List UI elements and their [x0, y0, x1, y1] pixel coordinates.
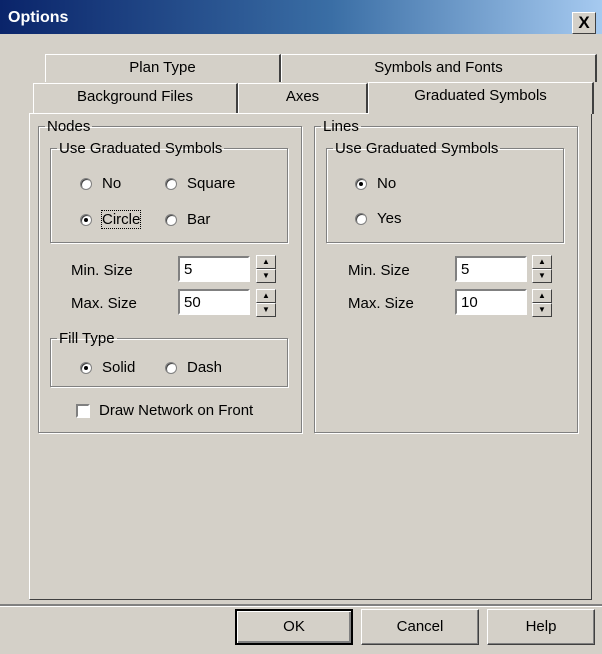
tab-plan-type-label: Plan Type	[129, 59, 196, 76]
radio-indicator-selected	[80, 213, 92, 226]
tab-axes[interactable]: Axes	[238, 83, 368, 113]
spin-up-icon[interactable]: ▲	[532, 289, 552, 303]
nodes-max-size-input[interactable]: 50	[178, 289, 250, 315]
bottom-separator	[0, 604, 602, 607]
ok-button[interactable]: OK	[235, 609, 353, 645]
nodes-radio-bar-label: Bar	[187, 211, 211, 228]
radio-indicator	[80, 177, 92, 190]
title-bar: Options X	[0, 0, 602, 34]
spin-up-icon[interactable]: ▲	[256, 289, 276, 303]
lines-max-size-spinner[interactable]: ▲ ▼	[532, 289, 552, 317]
cancel-button[interactable]: Cancel	[361, 609, 479, 645]
spin-down-icon[interactable]: ▼	[256, 269, 276, 283]
nodes-radio-square-label: Square	[187, 175, 236, 192]
spin-up-icon[interactable]: ▲	[532, 255, 552, 269]
nodes-use-graduated-legend: Use Graduated Symbols	[59, 140, 223, 157]
close-button[interactable]: X	[572, 12, 596, 34]
nodes-radio-circle-label: Circle	[100, 210, 142, 229]
lines-radio-no[interactable]: No	[355, 175, 396, 192]
fill-radio-dash-label: Dash	[187, 359, 223, 376]
radio-indicator	[355, 212, 367, 225]
tab-background-files-label: Background Files	[77, 88, 193, 105]
lines-radio-no-label: No	[377, 175, 397, 192]
nodes-max-size-spinner[interactable]: ▲ ▼	[256, 289, 276, 317]
radio-indicator	[165, 177, 177, 190]
nodes-radio-no-label: No	[102, 175, 122, 192]
fill-radio-solid-label: Solid	[102, 359, 136, 376]
tab-graduated-symbols-label: Graduated Symbols	[414, 87, 547, 104]
lines-min-size-spinner[interactable]: ▲ ▼	[532, 255, 552, 283]
fill-radio-solid[interactable]: Solid	[80, 359, 135, 376]
fill-radio-dash[interactable]: Dash	[165, 359, 222, 376]
tab-symbols-and-fonts[interactable]: Symbols and Fonts	[281, 54, 597, 82]
lines-legend: Lines	[323, 118, 359, 135]
tab-graduated-symbols[interactable]: Graduated Symbols	[368, 82, 594, 114]
lines-use-graduated-legend: Use Graduated Symbols	[335, 140, 499, 157]
lines-min-size-input[interactable]: 5	[455, 256, 527, 282]
draw-network-label: Draw Network on Front	[99, 402, 254, 419]
spin-up-icon[interactable]: ▲	[256, 255, 276, 269]
nodes-min-size-label: Min. Size	[71, 262, 133, 279]
nodes-radio-square[interactable]: Square	[165, 175, 235, 192]
lines-radio-yes[interactable]: Yes	[355, 210, 401, 227]
tab-plan-type[interactable]: Plan Type	[45, 54, 281, 82]
nodes-max-size-label: Max. Size	[71, 295, 137, 312]
lines-max-size-input[interactable]: 10	[455, 289, 527, 315]
fill-type-legend: Fill Type	[59, 330, 115, 347]
spin-down-icon[interactable]: ▼	[532, 303, 552, 317]
tab-symbols-and-fonts-label: Symbols and Fonts	[374, 59, 503, 76]
draw-network-checkbox[interactable]	[76, 404, 90, 418]
lines-radio-yes-label: Yes	[377, 210, 402, 227]
radio-indicator-selected	[355, 177, 367, 190]
help-button[interactable]: Help	[487, 609, 595, 645]
nodes-radio-no[interactable]: No	[80, 175, 121, 192]
window-title: Options	[8, 9, 69, 26]
nodes-radio-circle[interactable]: Circle	[80, 210, 142, 229]
radio-indicator	[165, 361, 177, 374]
lines-max-size-label: Max. Size	[348, 295, 414, 312]
radio-indicator-selected	[80, 361, 92, 374]
radio-indicator	[165, 213, 177, 226]
nodes-min-size-spinner[interactable]: ▲ ▼	[256, 255, 276, 283]
spin-down-icon[interactable]: ▼	[532, 269, 552, 283]
tab-background-files[interactable]: Background Files	[33, 83, 238, 113]
lines-min-size-label: Min. Size	[348, 262, 410, 279]
nodes-min-size-input[interactable]: 5	[178, 256, 250, 282]
nodes-radio-bar[interactable]: Bar	[165, 211, 210, 228]
nodes-legend: Nodes	[47, 118, 91, 135]
tab-axes-label: Axes	[285, 88, 320, 105]
spin-down-icon[interactable]: ▼	[256, 303, 276, 317]
